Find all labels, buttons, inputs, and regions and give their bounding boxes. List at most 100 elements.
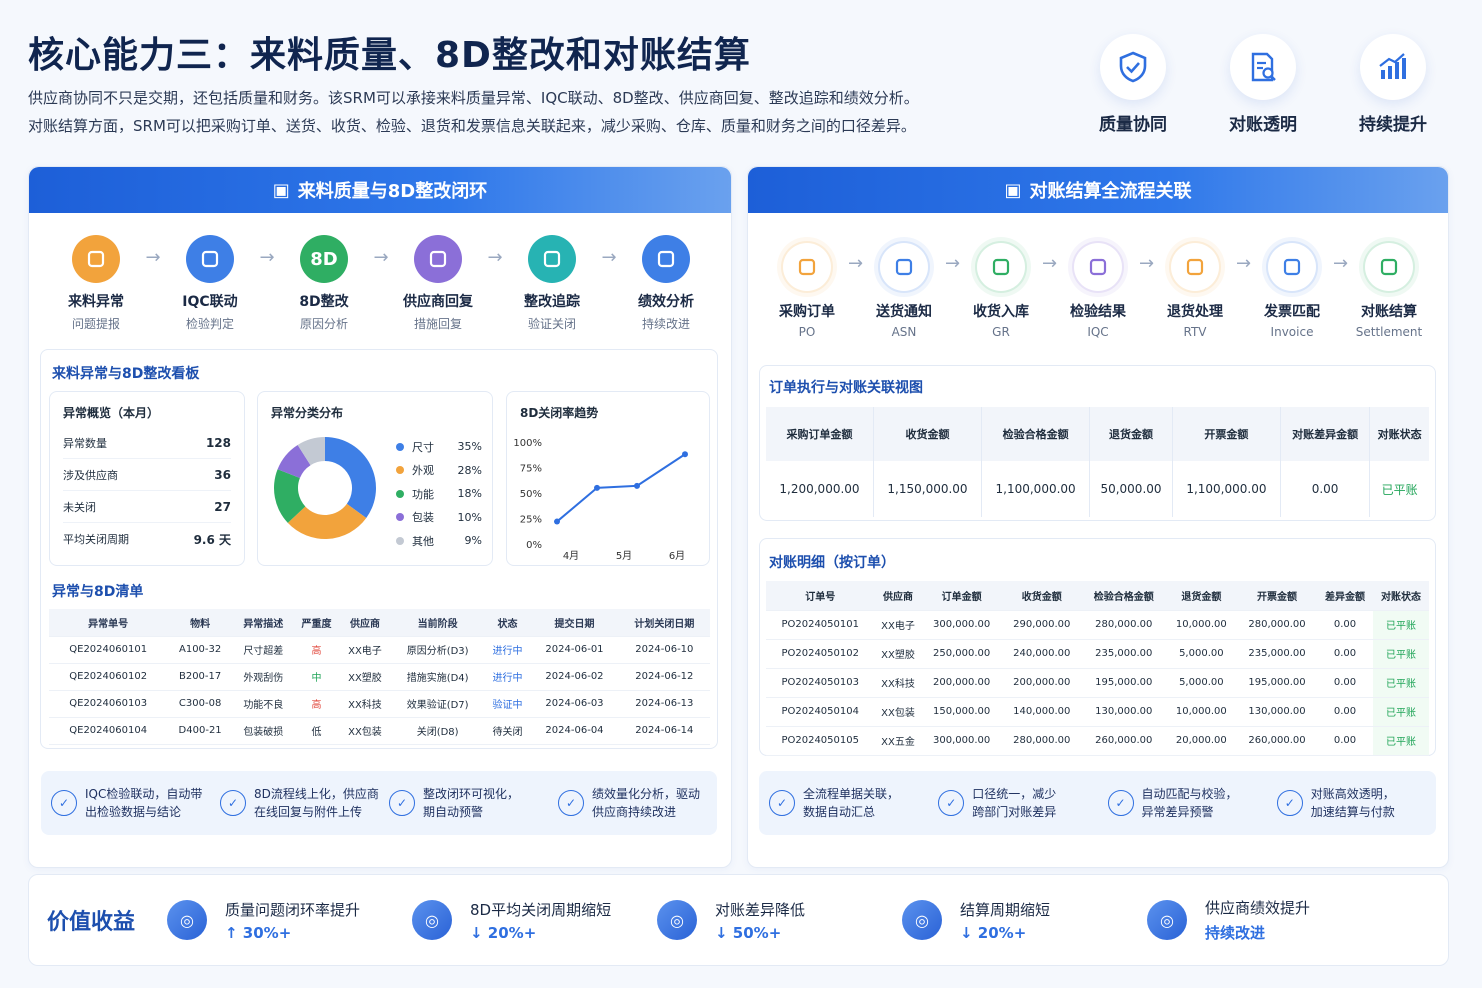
trend-point xyxy=(554,518,560,525)
table-cell: 已平账 xyxy=(1373,726,1429,756)
column-header: 供应商 xyxy=(339,609,391,637)
flow-arrow-icon: → xyxy=(145,247,161,268)
table-cell: QE2024060104 xyxy=(49,717,168,745)
footer-line: 8D流程线上化，供应商 xyxy=(254,787,379,801)
table-cell: 2024-06-01 xyxy=(530,636,619,664)
table-cell: 195,000.00 xyxy=(1236,668,1318,698)
y-tick-label: 75% xyxy=(520,464,542,475)
quality-flow: 来料异常 问题提报 → IQC联动 检验判定 → 8D 8D整改 原因分析 → 供应商回复 措施回复 →… xyxy=(52,235,710,332)
value-name: 对账差异降低 xyxy=(715,900,806,919)
trend-line xyxy=(556,453,686,523)
value-figure: 持续改进 xyxy=(1205,924,1266,942)
table-cell: QE2024060101 xyxy=(49,636,168,664)
return-icon xyxy=(1169,241,1221,293)
flow-arrow-icon: → xyxy=(1235,253,1252,274)
value-name: 供应商绩效提升 xyxy=(1205,899,1311,917)
legend-item: 功能 18% xyxy=(396,482,482,506)
table-row[interactable]: QE2024060103 C300-08 功能不良高 XX科技 效果验证(D7) 验证中 2… xyxy=(49,690,710,718)
flow-step-desc: 验证关闭 xyxy=(527,317,576,331)
table-cell: 2024-06-12 xyxy=(618,663,710,691)
value-item: ◎ 供应商绩效提升 持续改进 xyxy=(1147,897,1392,943)
column-header: 收货金额 xyxy=(873,407,983,461)
footer-feature: ✓ IQC检验联动，自动带 出检验数据与结论 xyxy=(41,785,210,821)
footer-line: IQC检验联动，自动带 xyxy=(85,787,203,801)
footer-feature: ✓ 自动匹配与校验， 异常差异预警 xyxy=(1098,785,1267,821)
column-header: 物料 xyxy=(167,609,233,637)
clipboard-check-icon: ▣ xyxy=(1004,179,1022,201)
quality-footer: ✓ IQC检验联动，自动带 出检验数据与结论 ✓ 8D流程线上化，供应商 在线回复与附件上… xyxy=(41,771,717,835)
flow-step: 整改追踪 验证关闭 xyxy=(508,235,596,332)
table-cell: 150,000.00 xyxy=(921,697,1002,727)
column-header: 检验合格金额 xyxy=(981,407,1091,461)
table-cell: 0.00 xyxy=(1317,639,1373,669)
footer-line: 出检验数据与结论 xyxy=(85,805,182,819)
reconcile-panel-header: ▣ 对账结算全流程关联 xyxy=(748,167,1448,213)
legend-pct: 18% xyxy=(457,487,482,501)
cart-icon xyxy=(781,241,833,293)
shield-icon xyxy=(186,235,234,283)
table-row[interactable]: QE2024060102 B200-17 外观刮伤中 XX塑胶 措施实施(D4) 进行中 2… xyxy=(49,663,710,691)
clock-icon: ◎ xyxy=(412,900,452,940)
y-tick-label: 0% xyxy=(526,540,542,551)
flow-step-desc: 检验判定 xyxy=(185,317,234,331)
flow-step-desc: ASN xyxy=(891,325,917,339)
footer-feature: ✓ 全流程单据关联， 数据自动汇总 xyxy=(759,785,928,821)
table-row[interactable]: QE2024060104 D400-21 包装破损低 XX包装 关闭(D8) 待关闭 202… xyxy=(49,717,710,745)
table-cell: PO2024050101 xyxy=(766,610,875,640)
flow-arrow-icon: → xyxy=(1041,253,1058,274)
legend-label: 功能 xyxy=(412,487,434,501)
box-icon xyxy=(72,235,120,283)
table-cell: PO2024050103 xyxy=(766,668,875,698)
table-cell: 已平账 xyxy=(1373,668,1429,698)
table-row[interactable]: PO2024050103 XX科技 200,000.00 200,000.00 195,… xyxy=(766,668,1429,698)
table-row[interactable]: PO2024050104 XX包装 150,000.00 140,000.00 130,… xyxy=(766,697,1429,727)
table-row[interactable]: PO2024050101 XX电子 300,000.00 290,000.00 280,… xyxy=(766,610,1429,640)
x-tick-label: 4月 xyxy=(563,550,579,562)
trend-line-chart: 100% 75% 50% 25% 0% 4月 5月 6月 xyxy=(513,438,688,562)
footer-line: 在线回复与附件上传 xyxy=(254,805,363,819)
column-header: 计划关闭日期 xyxy=(618,609,710,637)
table-cell: 2024-06-04 xyxy=(530,717,619,745)
table-cell: 2024-06-10 xyxy=(618,636,710,664)
value-bar: 价值收益 ◎ 质量问题闭环率提升 ↑ 30%+ ◎ 8D平均关闭周期缩短 ↓ 20%+ ◎ 对… xyxy=(28,874,1449,966)
legend-item: 包装 10% xyxy=(396,506,482,530)
check-doc-icon: ✓ xyxy=(1276,790,1303,816)
column-header: 当前阶段 xyxy=(390,609,485,637)
legend-label: 其他 xyxy=(412,534,434,548)
table-cell: 280,000.00 xyxy=(1236,610,1318,640)
flow-step: 发票匹配 Invoice xyxy=(1255,241,1329,339)
category-pie-card: 异常分类分布 尺寸 35% 外观 28% 功能 18% 包装 10% 其他 9% xyxy=(257,391,493,566)
flow-step-desc: 原因分析 xyxy=(299,317,348,331)
table-cell: 300,000.00 xyxy=(921,610,1002,640)
table-row[interactable]: QE2024060101 A100-32 尺寸超差高 XX电子 原因分析(D3) 进行中 2… xyxy=(49,636,710,664)
shield-check-icon: ◎ xyxy=(167,900,207,940)
table-row[interactable]: PO2024050102 XX塑胶 250,000.00 240,000.00 235,… xyxy=(766,639,1429,669)
building-icon: ◎ xyxy=(657,900,697,940)
flow-step-name: 采购订单 xyxy=(779,304,835,320)
value-figure: ↓ 20%+ xyxy=(470,923,537,942)
footer-text: 绩效量化分析，驱动 供应商持续改进 xyxy=(592,785,700,821)
footer-text: IQC检验联动，自动带 出检验数据与结论 xyxy=(85,785,202,821)
column-header: 对账状态 xyxy=(1373,581,1429,611)
table-cell: 已平账 xyxy=(1373,697,1429,727)
table-cell: 高 xyxy=(293,636,340,664)
flow-step-desc: RTV xyxy=(1183,325,1207,339)
flow-step-name: 收货入库 xyxy=(973,304,1029,320)
kpi-card: 异常概览（本月） 异常数量 128 涉及供应商 36 未关闭 27 平均关闭周期 9.6… xyxy=(49,391,245,566)
badge-reconcile: 对账透明 xyxy=(1198,34,1328,135)
reconcile-footer: ✓ 全流程单据关联， 数据自动汇总 ✓ 口径统一，减少 跨部门对账差异 ✓ 自动匹配与校验， 异… xyxy=(759,771,1436,835)
table-cell: 260,000.00 xyxy=(1236,726,1318,756)
table-cell: 验证中 xyxy=(484,690,531,718)
chat-icon xyxy=(414,235,462,283)
flow-arrow-icon: → xyxy=(601,247,617,268)
table-row[interactable]: PO2024050105 XX五金 300,000.00 280,000.00 260,… xyxy=(766,726,1429,756)
column-header: 退货金额 xyxy=(1089,407,1173,461)
legend-label: 包装 xyxy=(412,511,434,525)
trend-point xyxy=(594,484,600,491)
column-header: 订单金额 xyxy=(921,581,1002,611)
detail-title: 对账明细（按订单） xyxy=(769,555,895,571)
footer-line: 期自动预警 xyxy=(423,805,484,819)
table-cell: QE2024060102 xyxy=(49,663,168,691)
reconcile-flow: 采购订单 PO → 送货通知 ASN → 收货入库 GR → 检验结果 IQC → 退货处理 RTV → 发票… xyxy=(770,241,1426,339)
column-header: 订单号 xyxy=(766,581,875,611)
